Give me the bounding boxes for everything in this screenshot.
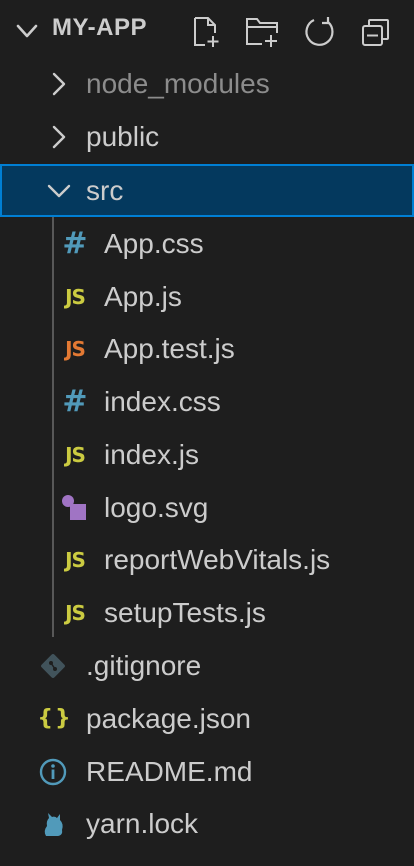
refresh-icon [305,17,334,46]
folder-label: node_modules [86,67,270,99]
file-label: logo.svg [104,491,209,523]
tree-item-file[interactable]: JS setupTests.js [0,586,414,639]
chevron-right-icon [52,125,66,148]
file-label: .gitignore [86,649,202,681]
chevron-down-icon [47,184,71,197]
tree-item-file[interactable]: JS App.test.js [0,322,414,375]
yarn-icon [36,808,70,840]
tree-item-file[interactable]: # App.css [0,217,414,270]
file-label: App.js [104,280,182,312]
file-label: App.css [104,227,204,259]
js-icon: JS [65,284,86,309]
file-explorer: MY-APP node_modules public src # App.css… [0,0,414,866]
file-label: index.js [104,438,199,470]
info-icon [36,756,70,788]
project-title: MY-APP [52,14,148,41]
json-icon: {} [37,706,73,731]
file-label: setupTests.js [104,596,266,628]
js-icon: JS [65,442,86,467]
tree-item-file[interactable]: .gitignore [0,639,414,692]
tree-item-file[interactable]: # index.css [0,375,414,428]
file-label: package.json [86,702,252,734]
tree-item-file[interactable]: JS index.js [0,428,414,481]
tree-item-file[interactable]: {} package.json [0,692,414,745]
git-icon [36,650,70,682]
tree-item-public[interactable]: public [0,110,414,163]
tree-item-src[interactable]: src [0,164,414,217]
tree-item-file[interactable]: README.md [0,745,414,798]
explorer-header[interactable]: MY-APP [0,0,414,60]
tree-item-file[interactable]: logo.svg [0,481,414,534]
css-icon: # [62,226,88,261]
css-icon: # [62,384,88,419]
js-icon: JS [65,600,86,625]
collapse-all-icon [362,19,389,46]
chevron-right-icon [52,72,66,95]
chevron-down-icon[interactable] [14,18,40,44]
collapse-all-button[interactable] [356,12,396,52]
file-label: yarn.lock [86,807,199,839]
file-label: App.test.js [104,332,235,364]
js-test-icon: JS [65,336,86,361]
folder-label: public [86,120,160,152]
file-label: reportWebVitals.js [104,543,331,575]
new-folder-icon [246,18,278,47]
svg-icon [58,492,92,524]
folder-label: src [86,174,124,206]
refresh-button[interactable] [299,12,339,52]
tree-item-node-modules[interactable]: node_modules [0,57,414,110]
new-file-icon [194,17,219,47]
tree-item-file[interactable]: yarn.lock [0,797,414,850]
tree-item-file[interactable]: JS App.js [0,270,414,323]
file-label: index.css [104,385,221,417]
tree-item-file[interactable]: JS reportWebVitals.js [0,533,414,586]
js-icon: JS [65,547,86,572]
file-label: README.md [86,755,253,787]
new-file-button[interactable] [186,12,226,52]
new-folder-button[interactable] [243,12,283,52]
